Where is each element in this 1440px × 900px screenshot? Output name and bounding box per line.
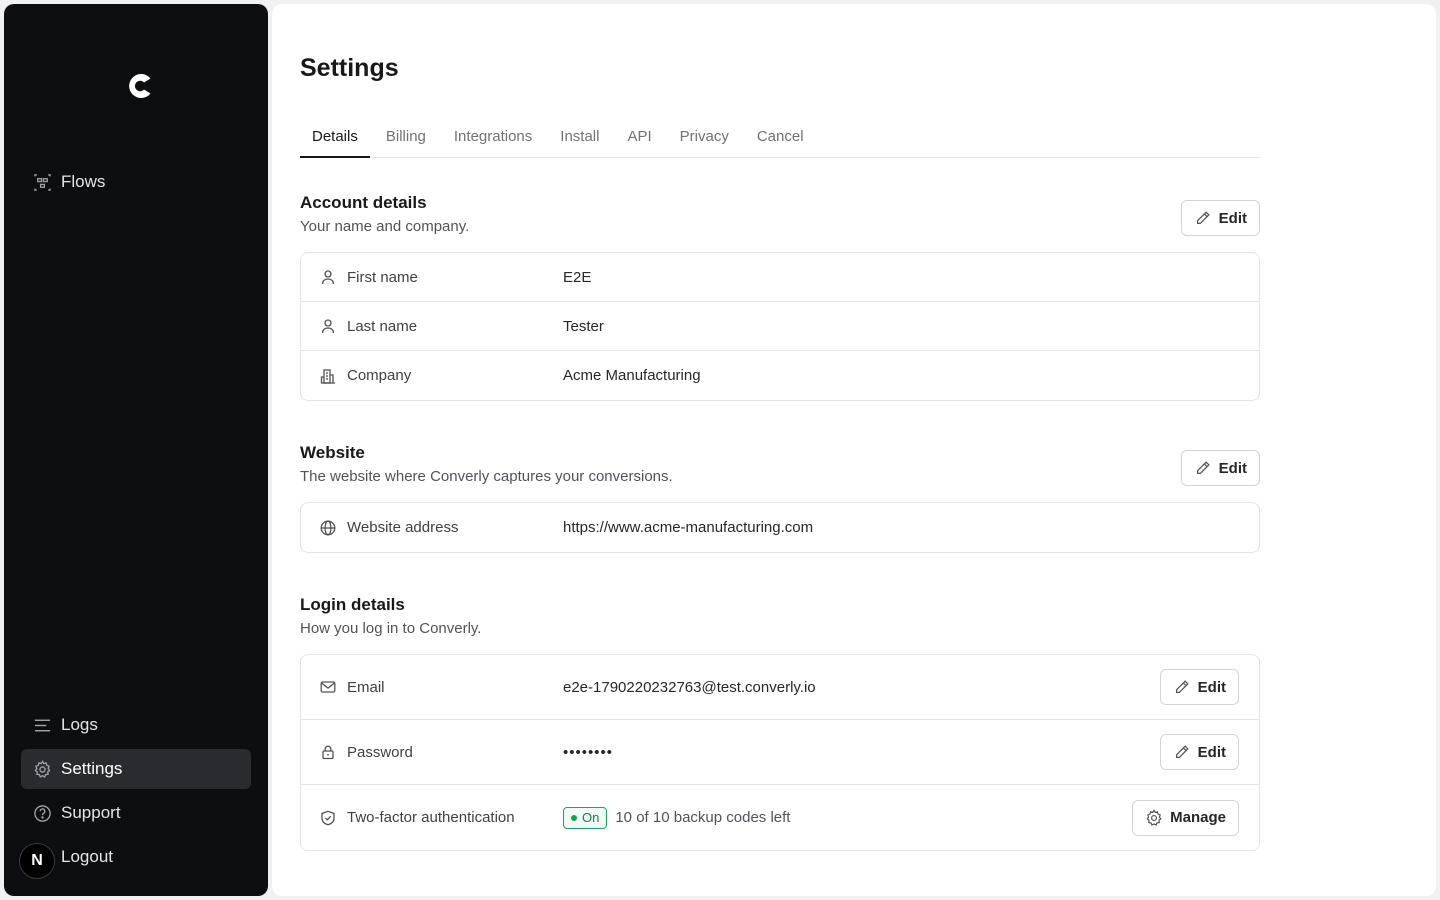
sidebar-item-label: Settings xyxy=(61,759,123,778)
email-edit-button[interactable]: Edit xyxy=(1159,669,1239,705)
edit-label: Edit xyxy=(1197,678,1226,696)
pencil-icon xyxy=(1175,680,1189,694)
table-row: Company Acme Manufacturing xyxy=(301,351,1259,400)
edit-label: Edit xyxy=(1218,459,1247,477)
converly-logo[interactable] xyxy=(120,66,160,106)
table-row: First name E2E xyxy=(301,253,1259,302)
gear-icon xyxy=(34,759,51,778)
flows-icon xyxy=(34,173,51,191)
manage-2fa-button[interactable]: Manage xyxy=(1132,799,1239,836)
pencil-icon xyxy=(1175,745,1189,759)
mail-icon xyxy=(320,681,336,693)
gear-icon xyxy=(1146,808,1162,826)
row-label: Company xyxy=(347,367,412,384)
status-dot xyxy=(571,814,577,821)
row-value: E2E xyxy=(563,268,592,286)
tab-privacy[interactable]: Privacy xyxy=(668,122,741,158)
sidebar-item-label: Logs xyxy=(61,715,98,734)
row-label: Two-factor authentication xyxy=(347,809,515,826)
row-value: e2e-1790220232763@test.converly.io xyxy=(563,678,816,696)
row-label: Email xyxy=(347,678,385,696)
sidebar-item-label: Logout xyxy=(61,847,113,866)
tab-details[interactable]: Details xyxy=(300,122,370,158)
tab-install[interactable]: Install xyxy=(548,122,611,158)
logs-icon xyxy=(34,719,51,731)
settings-tabs: Details Billing Integrations Install API… xyxy=(300,122,1260,158)
building-icon xyxy=(320,368,335,384)
table-row: Two-factor authentication On 10 of 10 bac… xyxy=(301,785,1259,850)
shield-check-icon xyxy=(321,810,335,825)
backup-codes-text: 10 of 10 backup codes left xyxy=(615,809,791,826)
login-details-subtitle: How you log in to Converly. xyxy=(300,620,482,637)
sidebar-item-label: Support xyxy=(61,803,121,822)
tab-integrations[interactable]: Integrations xyxy=(442,122,544,158)
account-details-title: Account details xyxy=(300,193,427,212)
sidebar-item-logout[interactable]: Logout xyxy=(21,837,251,877)
table-row: Email e2e-1790220232763@test.converly.io… xyxy=(301,655,1259,720)
two-factor-status: On 10 of 10 backup codes left xyxy=(563,806,791,829)
status-badge: On xyxy=(563,806,608,829)
row-label: First name xyxy=(347,268,418,286)
account-edit-button[interactable]: Edit xyxy=(1180,200,1260,236)
website-card: Website address https://www.acme-manufac… xyxy=(300,502,1260,553)
user-icon xyxy=(321,270,335,285)
sidebar-item-logs[interactable]: Logs xyxy=(21,705,251,745)
tab-billing[interactable]: Billing xyxy=(374,122,438,158)
sidebar-item-settings[interactable]: Settings xyxy=(21,749,251,789)
website-edit-button[interactable]: Edit xyxy=(1180,450,1260,486)
sidebar-item-flows[interactable]: Flows xyxy=(21,162,251,202)
badge-label: On xyxy=(582,810,600,825)
edit-label: Edit xyxy=(1218,209,1247,227)
globe-icon xyxy=(320,520,336,535)
pencil-icon xyxy=(1196,461,1210,475)
website-subtitle: The website where Converly captures your… xyxy=(300,468,673,485)
tab-api[interactable]: API xyxy=(615,122,663,158)
main-panel: Settings Details Billing Integrations In… xyxy=(272,4,1436,896)
sidebar-item-label: Flows xyxy=(61,172,106,191)
table-row: Password •••••••• Edit xyxy=(301,720,1259,785)
login-details-title: Login details xyxy=(300,595,405,614)
row-value: https://www.acme-manufacturing.com xyxy=(563,519,814,536)
row-label: Website address xyxy=(347,519,459,536)
row-value: Acme Manufacturing xyxy=(563,367,701,384)
account-details-subtitle: Your name and company. xyxy=(300,218,470,235)
account-details-card: First name E2E Last name Tester Company … xyxy=(300,252,1260,401)
table-row: Last name Tester xyxy=(301,302,1259,351)
edit-label: Edit xyxy=(1197,743,1226,761)
password-edit-button[interactable]: Edit xyxy=(1159,734,1239,770)
row-label: Password xyxy=(347,743,413,761)
user-icon xyxy=(321,319,335,334)
lock-icon xyxy=(322,745,334,760)
table-row: Website address https://www.acme-manufac… xyxy=(301,503,1259,552)
page-title: Settings xyxy=(300,54,399,82)
row-label: Last name xyxy=(347,317,418,335)
row-value: Tester xyxy=(563,317,604,335)
sidebar-item-support[interactable]: Support xyxy=(21,793,251,833)
avatar[interactable]: N xyxy=(19,843,55,879)
website-title: Website xyxy=(300,443,365,462)
sidebar: Flows Logs Settings Support Logout N xyxy=(4,4,268,896)
manage-label: Manage xyxy=(1170,809,1226,826)
pencil-icon xyxy=(1196,211,1210,225)
login-details-card: Email e2e-1790220232763@test.converly.io… xyxy=(300,654,1260,851)
tab-cancel[interactable]: Cancel xyxy=(745,122,816,158)
row-value: •••••••• xyxy=(563,743,614,761)
help-circle-icon xyxy=(34,804,51,822)
